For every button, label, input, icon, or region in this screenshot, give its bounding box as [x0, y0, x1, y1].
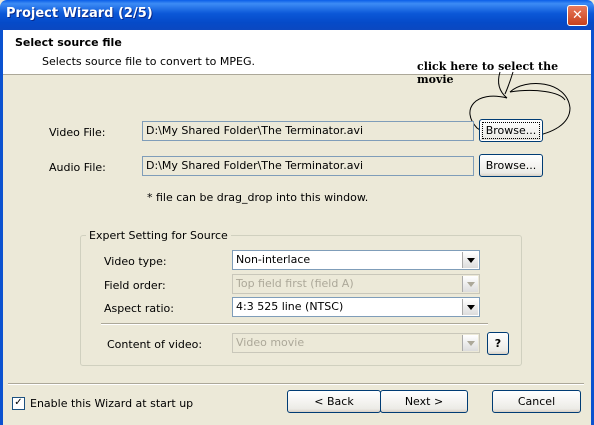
video-type-label: Video type:	[104, 255, 167, 268]
field-order-select: Top field first (field A)	[232, 274, 480, 294]
drag-drop-hint: * file can be drag_drop into this window…	[147, 191, 369, 204]
close-button[interactable]: ✕	[567, 5, 588, 26]
aspect-ratio-value: 4:3 525 line (NTSC)	[236, 300, 344, 313]
window-title: Project Wizard (2/5)	[6, 6, 153, 21]
field-order-label: Field order:	[104, 279, 166, 292]
back-button[interactable]: < Back	[287, 390, 381, 413]
next-button[interactable]: Next >	[380, 390, 468, 413]
window-border-left	[0, 30, 3, 425]
video-file-label: Video File:	[49, 126, 106, 139]
content-of-video-value: Video movie	[236, 336, 305, 349]
aspect-ratio-label: Aspect ratio:	[104, 302, 174, 315]
group-separator	[101, 323, 488, 325]
chevron-down-icon[interactable]	[462, 252, 478, 268]
video-browse-button[interactable]: Browse...	[479, 119, 543, 142]
enable-wizard-label: Enable this Wizard at start up	[30, 397, 194, 410]
audio-file-label: Audio File:	[49, 161, 106, 174]
footer-separator	[8, 383, 584, 385]
cancel-button[interactable]: Cancel	[492, 390, 581, 413]
field-order-value: Top field first (field A)	[236, 277, 354, 290]
video-file-field[interactable]: D:\My Shared Folder\The Terminator.avi	[142, 121, 474, 141]
chevron-down-icon	[462, 335, 478, 351]
enable-wizard-checkbox[interactable]: ✓	[12, 397, 25, 410]
page-title: Select source file	[15, 36, 122, 49]
chevron-down-icon	[462, 276, 478, 292]
aspect-ratio-select[interactable]: 4:3 525 line (NTSC)	[232, 297, 480, 317]
content-of-video-label: Content of video:	[107, 338, 203, 351]
page-subtitle: Selects source file to convert to MPEG.	[42, 55, 255, 68]
expert-settings-legend: Expert Setting for Source	[86, 229, 231, 242]
audio-browse-button[interactable]: Browse...	[479, 154, 543, 177]
video-type-value: Non-interlace	[236, 253, 311, 266]
content-of-video-select: Video movie	[232, 333, 480, 353]
audio-file-field[interactable]: D:\My Shared Folder\The Terminator.avi	[142, 156, 474, 176]
video-type-select[interactable]: Non-interlace	[232, 250, 480, 270]
help-button[interactable]: ?	[487, 332, 509, 355]
chevron-down-icon[interactable]	[462, 299, 478, 315]
